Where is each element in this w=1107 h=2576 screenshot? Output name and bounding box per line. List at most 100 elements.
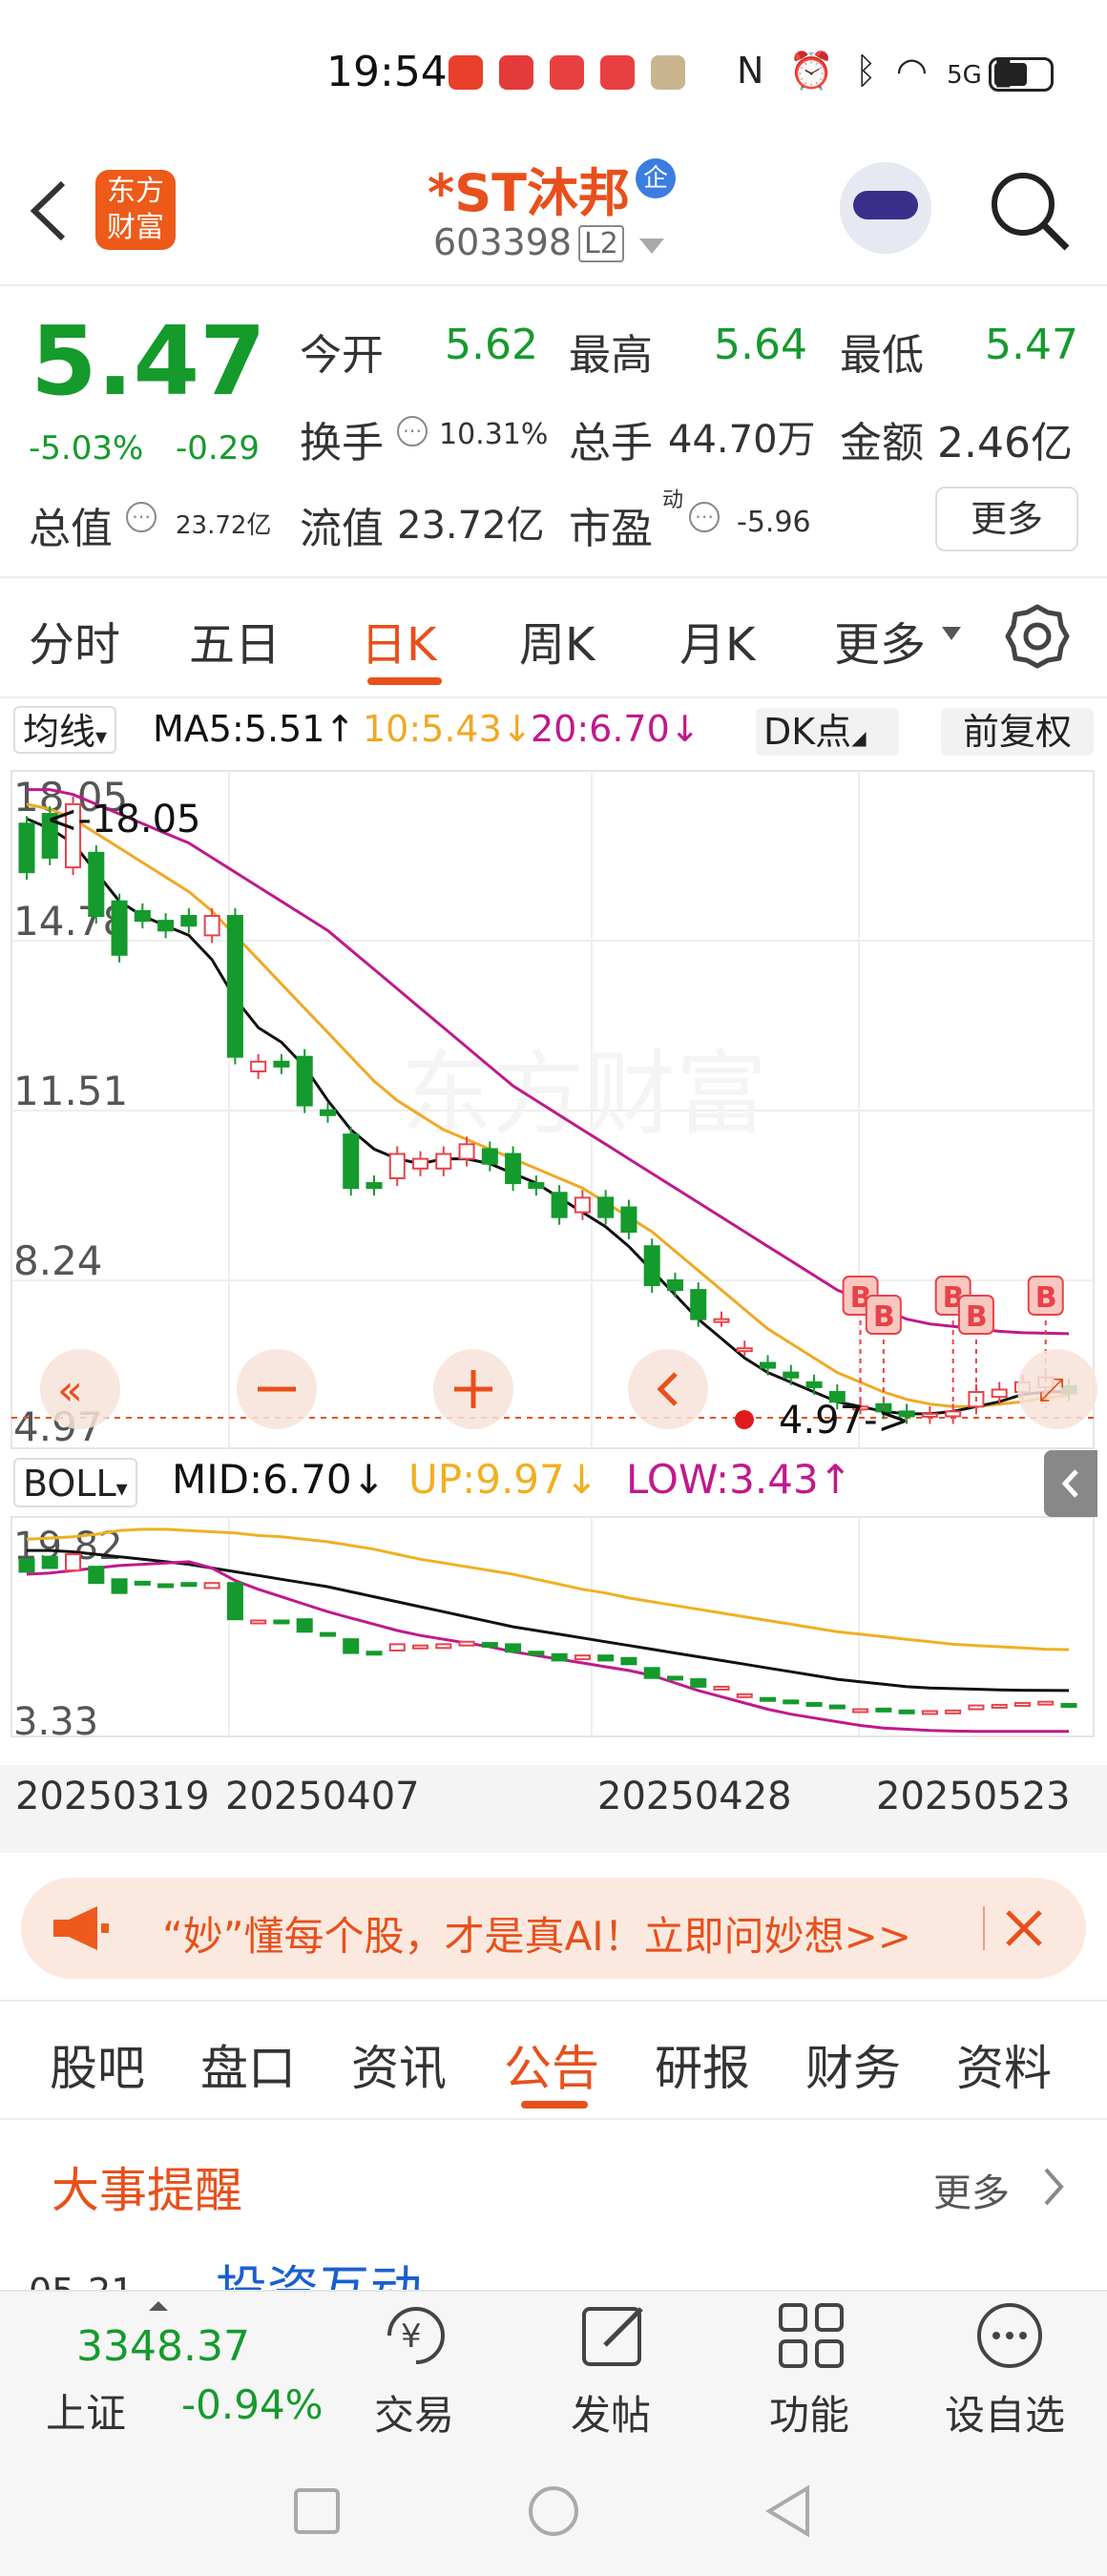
max-price-marker: <-18.05	[46, 798, 200, 841]
subtab-orderbook[interactable]: 盘口	[200, 2030, 296, 2099]
x-date: 20250428	[597, 1775, 792, 1818]
compose-icon[interactable]	[578, 2299, 651, 2372]
close-icon[interactable]	[1004, 1908, 1044, 1948]
subtab-forum[interactable]: 股吧	[50, 2030, 145, 2099]
boll-candle-body	[968, 1704, 985, 1711]
trade-icon[interactable]: ¥	[378, 2299, 454, 2372]
dk-point-select[interactable]: DK点◢	[756, 708, 899, 756]
tab-intraday[interactable]: 分时	[29, 607, 120, 674]
boll-candle-body	[250, 1619, 267, 1625]
boll-candle-body	[551, 1652, 568, 1662]
boll-candle-body	[852, 1708, 869, 1714]
tab-monthly-k[interactable]: 月K	[679, 607, 755, 674]
event-item[interactable]: 投资互动	[216, 2248, 422, 2290]
indicator-select[interactable]: 均线▾	[13, 706, 117, 754]
back-arrow-icon[interactable]	[27, 177, 71, 244]
boll-y-bottom: 3.33	[13, 1700, 98, 1744]
stock-code: 603398	[433, 221, 573, 263]
chevron-right-icon[interactable]	[1042, 2166, 1067, 2208]
home-circle-icon[interactable]	[527, 2484, 580, 2538]
nav-post-label[interactable]: 发帖	[571, 2383, 651, 2441]
candle-body	[111, 900, 128, 956]
boll-candle-body	[134, 1580, 151, 1586]
ma5-label: MA5:5.51↑	[153, 708, 356, 750]
back-triangle-icon[interactable]	[763, 2484, 813, 2538]
amount-label: 金额	[840, 419, 924, 467]
candle-body	[736, 1347, 753, 1353]
more-dots-icon[interactable]: ⋯	[689, 502, 720, 532]
boll-up-label: UP:9.97↓	[408, 1456, 598, 1503]
boll-candle-body	[412, 1644, 429, 1650]
chevron-down-icon[interactable]	[637, 237, 666, 256]
collapse-panel-button[interactable]	[1044, 1450, 1097, 1517]
nav-trade-label[interactable]: 交易	[374, 2383, 454, 2441]
video-app-icon	[499, 55, 534, 90]
mktcap-value: 23.72亿	[176, 511, 272, 540]
logo-text-bottom: 财富	[107, 211, 164, 244]
high-label: 最高	[569, 331, 653, 380]
boll-candle-body	[111, 1578, 128, 1594]
candle-body	[366, 1182, 383, 1190]
candle-body	[88, 851, 105, 918]
tab-weekly-k[interactable]: 周K	[519, 607, 595, 674]
caret-up-icon[interactable]	[147, 2299, 170, 2313]
high-value: 5.64	[714, 321, 807, 369]
section-more-link[interactable]: 更多	[933, 2162, 1010, 2217]
boll-candle-body	[366, 1651, 383, 1656]
subtab-research[interactable]: 研报	[655, 2030, 750, 2099]
candle-body	[412, 1157, 429, 1170]
dropdown-arrow-icon: ▾	[95, 723, 108, 750]
boll-candle-body	[690, 1678, 707, 1688]
candle-body	[551, 1192, 568, 1218]
boll-candle-body	[898, 1709, 915, 1714]
kline-chart[interactable]: 东方财富 18.05 14.78 11.51 8.24 4.97 BBBBB <…	[0, 763, 1107, 1775]
quote-more-button[interactable]: 更多	[935, 487, 1078, 551]
boll-candle-body	[1013, 1701, 1031, 1707]
candle-body	[620, 1206, 637, 1233]
level-badge[interactable]: L2	[578, 225, 624, 262]
tab-more[interactable]: 更多	[834, 607, 926, 674]
tab-daily-k[interactable]: 日K	[361, 607, 436, 674]
adjust-select[interactable]: 前复权	[941, 708, 1094, 756]
subtab-news[interactable]: 资讯	[351, 2030, 447, 2099]
subtab-profile[interactable]: 资料	[956, 2030, 1052, 2099]
subtab-financials[interactable]: 财务	[805, 2030, 901, 2099]
status-bar: 19:54 N ⏰ ᛒ ◠ 5G ▮	[0, 0, 1107, 143]
grid-icon[interactable]	[777, 2301, 846, 2370]
gear-icon[interactable]	[1004, 603, 1071, 670]
promo-text[interactable]: “妙”懂每个股，才是真AI！立即问妙想>>	[162, 1904, 973, 1963]
expand-icon: ⤢	[1038, 1371, 1064, 1409]
subtab-announcements[interactable]: 公告	[504, 2030, 599, 2099]
index-change[interactable]: -0.94%	[181, 2381, 324, 2428]
candle-body	[597, 1196, 615, 1218]
boll-indicator-select[interactable]: BOLL▾	[13, 1458, 137, 1507]
more-dots-icon[interactable]: ⋯	[397, 416, 428, 447]
assistant-robot-icon[interactable]	[840, 162, 931, 254]
dropdown-arrow-icon[interactable]	[941, 626, 962, 641]
notification-icons	[449, 55, 686, 93]
index-value[interactable]: 3348.37	[76, 2322, 250, 2371]
b-signal-label: B	[1035, 1281, 1057, 1315]
tab-five-day[interactable]: 五日	[189, 607, 281, 674]
eastmoney-logo[interactable]: 东方 财富	[95, 170, 176, 250]
change-percent: -5.03%	[29, 429, 144, 467]
boll-candle-body	[1037, 1700, 1055, 1706]
index-name[interactable]: 上证	[46, 2381, 126, 2440]
search-icon[interactable]	[987, 168, 1073, 254]
boll-candle-body	[435, 1643, 452, 1650]
active-tab-indicator	[367, 677, 442, 685]
boll-candle-body	[736, 1693, 753, 1698]
nav-watchlist-label[interactable]: 设自选	[945, 2383, 1065, 2441]
ma20-label: 20:6.70↓	[531, 708, 700, 750]
boll-candle-body	[805, 1701, 823, 1707]
boll-candle-body	[41, 1555, 58, 1569]
recents-square-icon[interactable]	[292, 2486, 342, 2536]
candle-body	[760, 1361, 777, 1369]
boll-candle-body	[157, 1583, 175, 1589]
scroll-left-button[interactable]	[628, 1349, 708, 1429]
more-dots-icon[interactable]: ⋯	[126, 502, 157, 532]
candle-body	[250, 1060, 267, 1072]
amount-value: 2.46亿	[937, 419, 1073, 467]
nav-function-label[interactable]: 功能	[769, 2383, 849, 2441]
more-circle-icon[interactable]	[973, 2299, 1046, 2372]
